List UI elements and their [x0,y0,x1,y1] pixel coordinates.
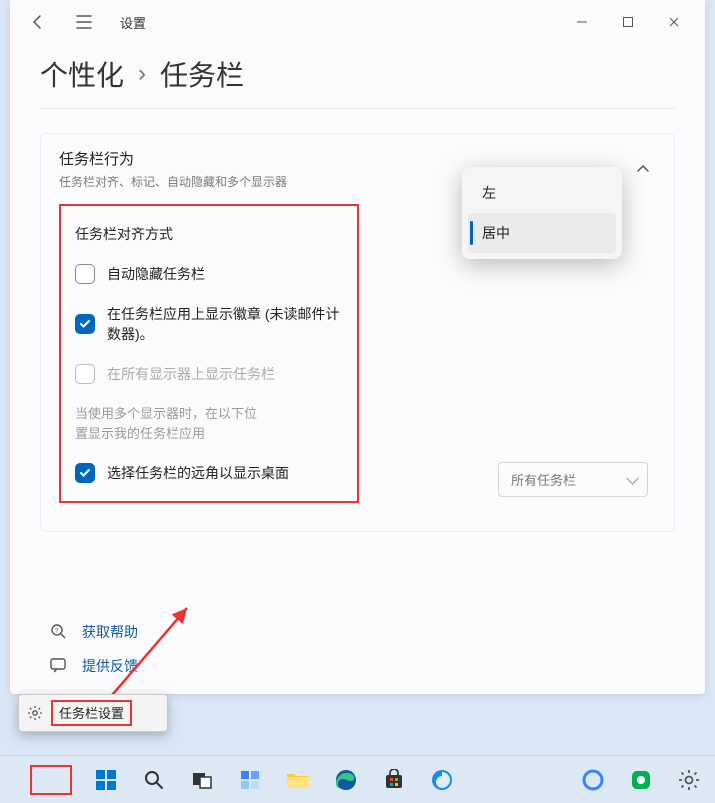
far-corner-label: 选择任务栏的远角以显示桌面 [107,463,289,483]
get-help-link[interactable]: ? 获取帮助 [50,622,138,642]
file-explorer-button[interactable] [284,766,312,794]
taskbar [0,755,715,803]
multi-monitor-dropdown-value: 所有任务栏 [511,473,576,488]
auto-hide-row[interactable]: 自动隐藏任务栏 [75,264,343,284]
settings-button[interactable] [675,766,703,794]
widgets-button[interactable] [236,766,264,794]
all-displays-checkbox [75,364,95,384]
start-button[interactable] [92,766,120,794]
search-button[interactable] [140,766,168,794]
hamburger-menu-button[interactable] [64,4,104,40]
breadcrumb-current: 任务栏 [160,54,244,94]
back-button[interactable] [18,4,58,40]
svg-text:?: ? [55,629,59,635]
alignment-option-center[interactable]: 居中 [468,213,616,253]
alignment-label: 任务栏对齐方式 [75,224,343,244]
alignment-dropdown-popup: 左 居中 [462,167,622,259]
multi-monitor-label: 当使用多个显示器时，在以下位置显示我的任务栏应用 [75,404,265,443]
alignment-option-left[interactable]: 左 [468,173,616,213]
all-displays-label: 在所有显示器上显示任务栏 [107,364,275,384]
all-displays-row: 在所有显示器上显示任务栏 [75,364,343,384]
minimize-button[interactable] [559,6,605,38]
section-title: 任务栏行为 [59,148,287,169]
browser-app-button[interactable] [428,766,456,794]
context-menu-highlight: 任务栏设置 [51,700,132,726]
close-button[interactable] [651,6,697,38]
breadcrumb: 个性化 › 任务栏 [10,44,705,108]
annotation-empty-highlight [30,765,72,795]
app-title: 设置 [120,13,146,32]
help-icon: ? [50,623,68,641]
badges-label: 在任务栏应用上显示徽章 (未读邮件计数器)。 [107,304,343,344]
far-corner-checkbox[interactable] [75,463,95,483]
multi-monitor-dropdown[interactable]: 所有任务栏 [498,462,648,497]
taskbar-context-menu: 任务栏设置 [18,694,168,732]
settings-window: 设置 个性化 › 任务栏 任务栏行为 任务栏对齐、标记、自动隐藏和多个显示器 [10,0,705,694]
breadcrumb-parent[interactable]: 个性化 [40,54,124,94]
titlebar: 设置 [10,0,705,44]
multi-monitor-row: 当使用多个显示器时，在以下位置显示我的任务栏应用 [75,404,343,443]
app-green-button[interactable] [627,766,655,794]
badges-checkbox[interactable] [75,314,95,334]
feedback-link[interactable]: 提供反馈 [50,656,138,676]
collapse-button[interactable] [630,156,656,182]
edge-button[interactable] [332,766,360,794]
store-button[interactable] [380,766,408,794]
feedback-icon [50,658,68,674]
section-subtitle: 任务栏对齐、标记、自动隐藏和多个显示器 [59,173,287,190]
gear-icon [27,705,43,721]
badges-row[interactable]: 在任务栏应用上显示徽章 (未读邮件计数器)。 [75,304,343,344]
auto-hide-label: 自动隐藏任务栏 [107,264,205,284]
taskbar-settings-menu-item[interactable]: 任务栏设置 [59,706,124,721]
cortana-button[interactable] [579,766,607,794]
get-help-label: 获取帮助 [82,622,138,642]
highlighted-settings-group: 任务栏对齐方式 自动隐藏任务栏 在任务栏应用上显示徽章 (未读邮件计数器)。 在… [59,204,359,503]
task-view-button[interactable] [188,766,216,794]
divider [40,108,675,109]
maximize-button[interactable] [605,6,651,38]
auto-hide-checkbox[interactable] [75,264,95,284]
far-corner-row[interactable]: 选择任务栏的远角以显示桌面 [75,463,343,483]
chevron-right-icon: › [138,60,146,88]
feedback-label: 提供反馈 [82,656,138,676]
footer-links: ? 获取帮助 提供反馈 [50,622,138,676]
